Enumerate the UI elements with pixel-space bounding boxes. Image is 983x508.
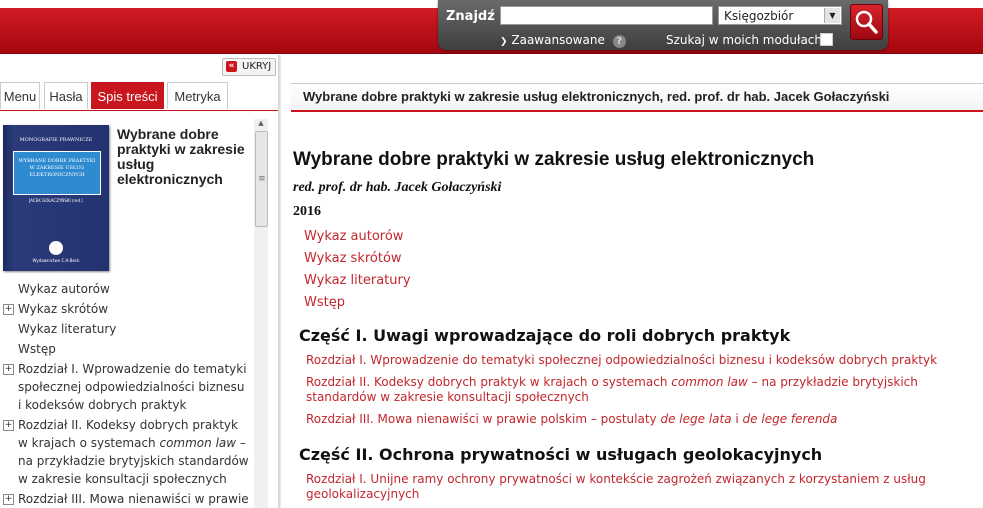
document-header-bar: Wybrane dobre praktyki w zakresie usług … xyxy=(291,83,983,112)
link-wykaz-skrotow[interactable]: Wykaz skrótów xyxy=(304,251,402,266)
chapter-link[interactable]: Rozdział III. Mowa nienawiści w prawie p… xyxy=(306,412,956,427)
toc-item-label: Rozdział III. Mowa nienawiści w prawie xyxy=(18,492,249,506)
toc-item[interactable]: + Rozdział II. Kodeksy dobrych praktyk w … xyxy=(0,415,250,489)
toc-item[interactable]: Wykaz autorów xyxy=(0,279,250,299)
help-icon[interactable]: ? xyxy=(612,35,626,48)
chevron-down-icon: ❯ xyxy=(500,37,508,47)
chapter-text: i xyxy=(731,412,743,426)
advanced-label: Zaawansowane xyxy=(511,33,605,47)
chevron-down-icon[interactable]: ▼ xyxy=(824,8,840,23)
document-header-title: Wybrane dobre praktyki w zakresie usług … xyxy=(303,89,890,104)
toc-item-label: Rozdział I. Wprowadzenie do tematyki spo… xyxy=(18,362,247,412)
chapter-text: Rozdział II. Kodeksy dobrych praktyk w k… xyxy=(306,375,672,389)
tab-menu[interactable]: Menu xyxy=(0,82,40,109)
toc-item-label: Wstęp xyxy=(18,342,56,356)
toc-item-label: Wykaz literatury xyxy=(18,322,117,336)
sidebar-divider[interactable] xyxy=(278,55,281,508)
expand-icon[interactable]: + xyxy=(3,364,14,375)
main-content: Wybrane dobre praktyki w zakresie usług … xyxy=(291,55,983,508)
chapter-link[interactable]: Rozdział I. Unijne ramy ochrony prywatno… xyxy=(306,472,956,502)
chapter-text: Rozdział I. Unijne ramy ochrony prywatno… xyxy=(306,472,926,501)
search-modules-checkbox[interactable] xyxy=(820,33,833,46)
expand-icon[interactable]: + xyxy=(3,494,14,505)
top-bar: Znajdź Księgozbiór ▼ ❯ Zaawansowane ? Sz… xyxy=(0,0,983,55)
search-modules-label: Szukaj w moich modułach xyxy=(666,33,822,47)
part-title: Część II. Ochrona prywatności w usługach… xyxy=(299,445,823,464)
sidebar: « UKRYJ Menu Hasła Spis treści Metryka M… xyxy=(0,55,278,508)
advanced-search-link[interactable]: ❯ Zaawansowane ? xyxy=(500,33,626,48)
link-wstep[interactable]: Wstęp xyxy=(304,295,345,310)
search-button[interactable] xyxy=(850,4,883,40)
cover-publisher: Wydawnictwo C.H.Beck xyxy=(32,258,80,263)
double-chevron-left-icon: « xyxy=(226,61,237,72)
chapter-link[interactable]: Rozdział I. Wprowadzenie do tematyki spo… xyxy=(306,353,956,368)
search-panel: Znajdź Księgozbiór ▼ ❯ Zaawansowane ? Sz… xyxy=(438,0,888,50)
chapter-link[interactable]: Rozdział II. Kodeksy dobrych praktyk w k… xyxy=(306,375,956,405)
toc-item-label: Wykaz autorów xyxy=(18,282,110,296)
tab-spis-tresci[interactable]: Spis treści xyxy=(91,82,164,109)
chapter-text: Rozdział III. Mowa nienawiści w prawie p… xyxy=(306,412,661,426)
cover-title: WYBRANE DOBRE PRAKTYKI W ZAKRESIE USŁUG … xyxy=(18,158,96,178)
toc-item[interactable]: + Rozdział III. Mowa nienawiści w prawie xyxy=(0,489,250,508)
scroll-up-icon[interactable]: ▲ xyxy=(254,119,268,129)
document-year: 2016 xyxy=(293,204,321,219)
tab-metryka[interactable]: Metryka xyxy=(167,82,228,109)
chapter-text-italic: common law xyxy=(671,375,748,389)
scroll-thumb[interactable]: ≡ xyxy=(255,131,268,227)
chapter-text-italic: de lege lata xyxy=(660,412,732,426)
chapter-text: Rozdział I. Wprowadzenie do tematyki spo… xyxy=(306,353,938,367)
sidebar-scrollbar[interactable]: ▲ ≡ xyxy=(254,119,268,508)
document-editor: red. prof. dr hab. Jacek Gołaczyński xyxy=(293,180,502,195)
toc-list: Wykaz autorów + Wykaz skrótów Wykaz liter… xyxy=(0,279,250,508)
part-title: Część I. Uwagi wprowadzające do roli dob… xyxy=(299,326,791,345)
cover-author: JACEK GOŁACZYŃSKI (red.) xyxy=(29,198,83,203)
toc-item-label: Rozdział II. Kodeksy dobrych praktyk w k… xyxy=(18,418,249,486)
sidebar-tabs: Menu Hasła Spis treści Metryka xyxy=(0,82,278,111)
tab-hasla[interactable]: Hasła xyxy=(44,82,88,109)
grip-icon: ≡ xyxy=(258,174,266,184)
toc-panel: MONOGRAFIE PRAWNICZE WYBRANE DOBRE PRAKT… xyxy=(0,115,272,508)
scope-select[interactable]: Księgozbiór ▼ xyxy=(718,6,842,25)
search-input[interactable] xyxy=(500,6,713,25)
book-cover-image: MONOGRAFIE PRAWNICZE WYBRANE DOBRE PRAKT… xyxy=(3,125,109,271)
toc-item[interactable]: Wstęp xyxy=(0,339,250,359)
expand-icon[interactable]: + xyxy=(3,304,14,315)
scope-selected-value: Księgozbiór xyxy=(724,9,794,23)
toc-item[interactable]: + Wykaz skrótów xyxy=(0,299,250,319)
publisher-logo-icon xyxy=(49,241,63,255)
search-label: Znajdź xyxy=(446,9,495,24)
toc-item[interactable]: Wykaz literatury xyxy=(0,319,250,339)
expand-icon[interactable]: + xyxy=(3,420,14,431)
sidebar-book-title: Wybrane dobre praktyki w zakresie usług … xyxy=(117,126,245,187)
hide-sidebar-button[interactable]: « UKRYJ xyxy=(222,58,276,76)
search-icon xyxy=(855,10,878,34)
toc-item[interactable]: + Rozdział I. Wprowadzenie do tematyki sp… xyxy=(0,359,250,415)
hide-label: UKRYJ xyxy=(242,61,272,72)
cover-series: MONOGRAFIE PRAWNICZE xyxy=(19,137,93,143)
toc-item-label: Wykaz skrótów xyxy=(18,302,109,316)
link-wykaz-literatury[interactable]: Wykaz literatury xyxy=(304,273,411,288)
chapter-text-italic: de lege ferenda xyxy=(742,412,838,426)
link-wykaz-autorow[interactable]: Wykaz autorów xyxy=(304,229,403,244)
cover-title-panel: WYBRANE DOBRE PRAKTYKI W ZAKRESIE USŁUG … xyxy=(13,151,101,195)
page-title: Wybrane dobre praktyki w zakresie usług … xyxy=(293,149,815,170)
